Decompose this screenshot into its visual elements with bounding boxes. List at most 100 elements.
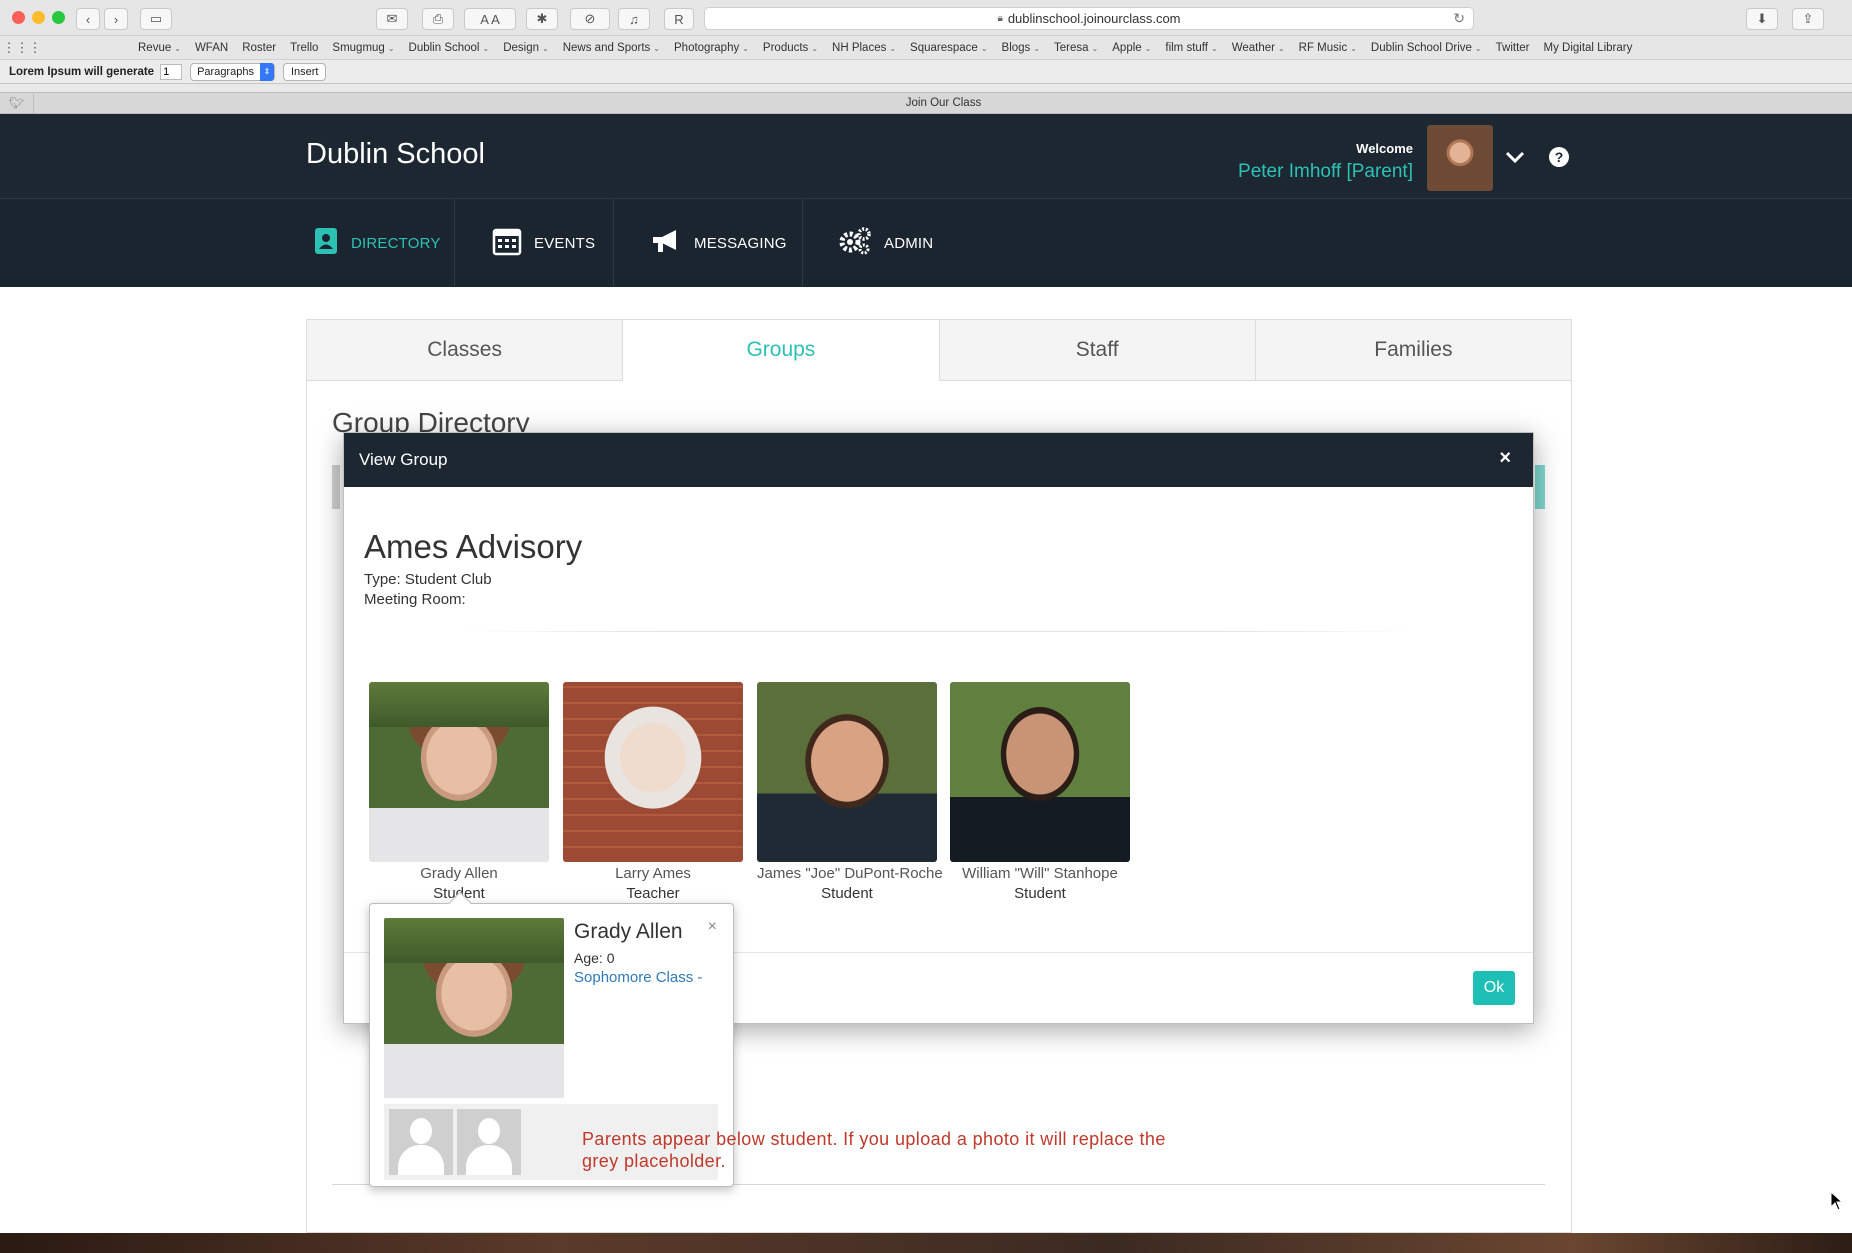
mouse-cursor-icon (1830, 1190, 1844, 1216)
group-name: Ames Advisory (364, 528, 583, 565)
chevron-down-icon: ⌄ (542, 43, 549, 53)
chevron-down-icon: ⌄ (1033, 43, 1041, 53)
bookmark-item[interactable]: Squarespace ⌄ (910, 42, 987, 54)
bookmark-label: Blogs (1001, 41, 1031, 54)
member-card[interactable]: William "Will" Stanhope Student (950, 682, 1130, 902)
select-arrows-icon: ⇕ (259, 62, 274, 81)
address-bar[interactable]: 🔒︎ dublinschool.joinourclass.com ↻ (704, 7, 1474, 30)
nav-divider (613, 199, 614, 287)
nav-events[interactable]: EVENTS (492, 199, 595, 287)
lorem-insert-button[interactable]: Insert (282, 62, 327, 81)
member-photo[interactable] (757, 682, 937, 862)
user-name-link[interactable]: Peter Imhoff [Parent] (1238, 161, 1413, 183)
chevron-down-icon[interactable] (1505, 147, 1525, 170)
tab-families[interactable]: Families (1255, 319, 1572, 381)
megaphone-icon (650, 227, 682, 259)
share-icon[interactable]: ⇪ (1792, 8, 1824, 30)
gears-icon (838, 226, 872, 260)
bookmark-label: Dublin School (408, 41, 480, 54)
chevron-down-icon: ⌄ (1277, 43, 1285, 53)
close-icon[interactable]: × (1499, 447, 1511, 470)
chevron-down-icon: ⌄ (1144, 43, 1152, 53)
parent-placeholder-icon[interactable] (457, 1109, 521, 1175)
bookmark-item[interactable]: Teresa ⌄ (1054, 42, 1098, 54)
bookmark-item[interactable]: Dublin School Drive ⌄ (1371, 42, 1482, 54)
bookmark-item[interactable]: Products ⌄ (763, 42, 818, 54)
bookmark-item[interactable]: Apple ⌄ (1112, 42, 1151, 54)
nav-admin[interactable]: ADMIN (838, 199, 933, 287)
popover-class-link[interactable]: Sophomore Class - (574, 969, 702, 986)
bookmark-item[interactable]: WFAN (195, 42, 228, 54)
extension-3-icon[interactable]: ♫ (618, 8, 650, 30)
bookmark-item[interactable]: Smugmug ⌄ (332, 42, 394, 54)
member-photo[interactable] (369, 682, 549, 862)
url-text: dublinschool.joinourclass.com (1007, 11, 1181, 26)
bookmark-item[interactable]: Roster (242, 42, 276, 54)
user-avatar[interactable] (1427, 125, 1493, 191)
modal-title: View Group (359, 450, 448, 469)
tab-staff[interactable]: Staff (939, 319, 1256, 381)
twitter-icon[interactable]: 🐦︎ (0, 93, 34, 113)
member-card[interactable]: Larry Ames Teacher (563, 682, 743, 902)
ok-button[interactable]: Ok (1473, 971, 1515, 1005)
bookmark-label: Dublin School Drive (1370, 41, 1472, 54)
bookmark-item[interactable]: Blogs ⌄ (1002, 42, 1040, 54)
member-role: Student (821, 885, 873, 902)
site-header: Dublin School Welcome Peter Imhoff [Pare… (0, 114, 1852, 198)
chevron-down-icon: ⌄ (980, 43, 988, 53)
desktop-wallpaper-strip (0, 1233, 1852, 1253)
parent-placeholder-icon[interactable] (389, 1109, 453, 1175)
nav-directory[interactable]: DIRECTORY (313, 199, 441, 287)
extension-2-icon[interactable]: ⊘ (570, 8, 610, 30)
close-icon[interactable]: × (708, 918, 717, 936)
lorem-count-input[interactable] (160, 63, 183, 80)
bookmark-label: My Digital Library (1543, 41, 1633, 54)
text-size-icon[interactable]: A A (464, 8, 516, 30)
print-icon[interactable]: ⎙ (422, 8, 454, 30)
nav-admin-label: ADMIN (884, 234, 934, 252)
sidebar-icon[interactable]: ▭ (140, 8, 172, 30)
help-icon[interactable]: ? (1549, 147, 1569, 167)
lorem-type-select[interactable]: Paragraphs ⇕ (190, 62, 275, 81)
bookmark-item[interactable]: My Digital Library (1544, 42, 1633, 54)
close-window-button[interactable] (12, 11, 25, 24)
bookmark-item[interactable]: Trello (290, 42, 318, 54)
bookmark-item[interactable]: Design ⌄ (503, 42, 549, 54)
annotation-note: Parents appear below student. If you upl… (582, 1129, 1166, 1171)
top-sites-grid-icon[interactable]: ⋮⋮⋮ (0, 40, 44, 56)
bookmark-label: WFAN (194, 41, 229, 54)
bookmark-item[interactable]: News and Sports ⌄ (563, 42, 660, 54)
bookmark-item[interactable]: Revue ⌄ (138, 42, 181, 54)
minimize-window-button[interactable] (32, 11, 45, 24)
bookmark-item[interactable]: Dublin School ⌄ (409, 42, 490, 54)
bookmark-item[interactable]: film stuff ⌄ (1165, 42, 1217, 54)
member-name: James "Joe" DuPont-Roche (757, 865, 943, 882)
chevron-down-icon: ⌄ (653, 43, 660, 53)
member-role: Teacher (626, 885, 680, 902)
bookmark-label: Apple (1112, 41, 1142, 54)
bookmark-item[interactable]: Weather ⌄ (1232, 42, 1285, 54)
extension-1-icon[interactable]: ✱ (526, 8, 558, 30)
nav-messaging[interactable]: MESSAGING (650, 199, 787, 287)
back-icon[interactable]: ‹ (76, 8, 100, 30)
mail-icon[interactable]: ✉ (376, 8, 408, 30)
browser-tab-title[interactable]: Join Our Class (35, 93, 1852, 113)
bookmark-item[interactable]: RF Music ⌄ (1299, 42, 1357, 54)
tab-groups[interactable]: Groups (623, 319, 940, 381)
nav-events-label: EVENTS (534, 234, 596, 252)
member-photo[interactable] (563, 682, 743, 862)
member-photo[interactable] (950, 682, 1130, 862)
forward-icon[interactable]: › (104, 8, 128, 30)
bookmark-item[interactable]: Photography ⌄ (674, 42, 749, 54)
bookmark-item[interactable]: Twitter (1496, 42, 1530, 54)
member-card[interactable]: Grady Allen Student (369, 682, 549, 902)
extension-4-icon[interactable]: R (664, 8, 694, 30)
reload-icon[interactable]: ↻ (1453, 10, 1465, 27)
downloads-icon[interactable]: ⬇ (1746, 8, 1778, 30)
member-card[interactable]: James "Joe" DuPont-Roche Student (757, 682, 943, 902)
bookmark-item[interactable]: NH Places ⌄ (832, 42, 896, 54)
site-brand[interactable]: Dublin School (306, 138, 485, 171)
zoom-window-button[interactable] (52, 11, 65, 24)
bookmark-label: Products (762, 41, 809, 54)
tab-classes[interactable]: Classes (306, 319, 624, 381)
